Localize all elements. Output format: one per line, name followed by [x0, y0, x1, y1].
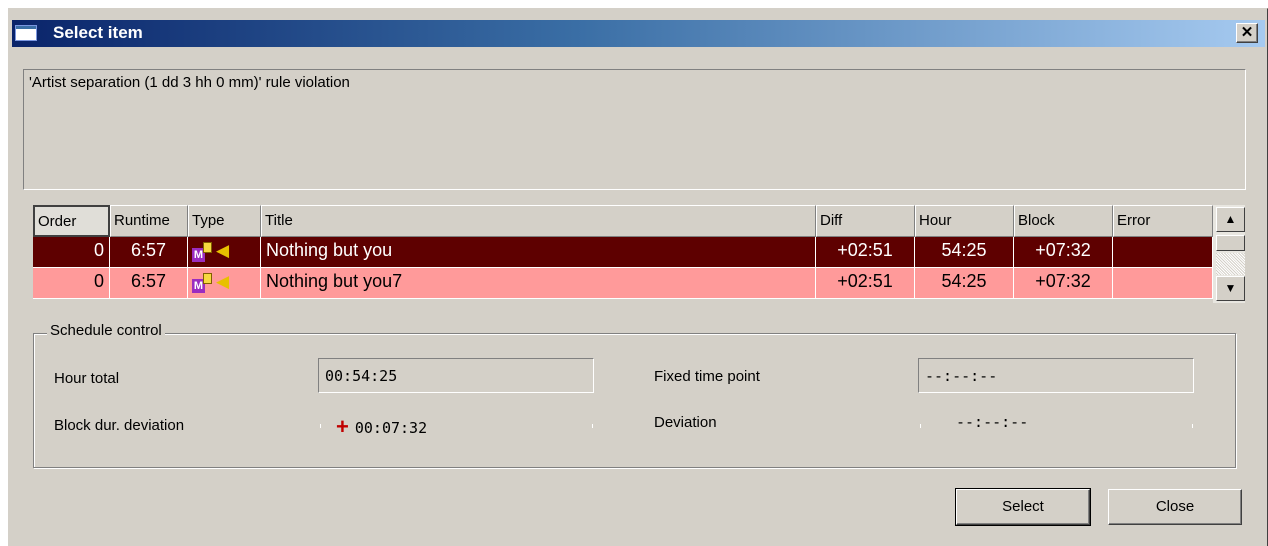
window-title: Select item — [53, 23, 143, 42]
column-header-type[interactable]: Type — [188, 205, 261, 237]
speaker-icon: ◀ — [216, 272, 230, 291]
items-table: Order Runtime Type Title Diff Hour Block… — [33, 205, 1246, 303]
hour-cell: 54:25 — [915, 237, 1014, 268]
deviation-value: --:--:-- — [956, 413, 1029, 431]
field-edge-mark — [920, 424, 921, 428]
order-cell: 0 — [33, 237, 110, 268]
column-header-title[interactable]: Title — [261, 205, 816, 237]
block-cell: +07:32 — [1014, 268, 1113, 299]
fixed-time-point-label: Fixed time point — [654, 368, 760, 385]
window-icon — [15, 25, 37, 41]
column-header-error[interactable]: Error — [1113, 205, 1213, 237]
column-header-runtime[interactable]: Runtime — [110, 205, 188, 237]
scroll-up-button[interactable]: ▲ — [1216, 207, 1245, 232]
table-header: Order Runtime Type Title Diff Hour Block… — [33, 205, 1213, 237]
scroll-thumb[interactable] — [1216, 235, 1245, 251]
hour-total-field[interactable]: 00:54:25 — [318, 358, 594, 393]
table-vertical-scrollbar[interactable]: ▲ ▼ — [1213, 205, 1245, 303]
field-edge-mark — [592, 424, 593, 428]
close-button[interactable]: Close — [1108, 489, 1242, 525]
fixed-time-point-field[interactable]: --:--:-- — [918, 358, 1194, 393]
close-window-button[interactable]: ✕ — [1236, 23, 1258, 43]
table-row[interactable]: 0 6:57 M ◀ Nothing but you7 +02:51 54:25 … — [33, 268, 1213, 299]
block-deviation-time: 00:07:32 — [354, 419, 428, 437]
title-bar[interactable]: Select item — [12, 20, 1265, 47]
title-cell: Nothing but you — [261, 237, 816, 268]
error-cell — [1113, 268, 1213, 299]
speaker-icon: ◀ — [216, 241, 230, 260]
title-cell: Nothing but you7 — [261, 268, 816, 299]
field-edge-mark — [320, 424, 321, 428]
runtime-cell: 6:57 — [110, 237, 188, 268]
order-cell: 0 — [33, 268, 110, 299]
runtime-cell: 6:57 — [110, 268, 188, 299]
schedule-control-group — [33, 333, 1236, 468]
table-row[interactable]: 0 6:57 M ◀ Nothing but you +02:51 54:25 +… — [33, 237, 1213, 268]
column-header-order[interactable]: Order — [33, 205, 110, 237]
block-deviation-label: Block dur. deviation — [54, 417, 185, 434]
hour-cell: 54:25 — [915, 268, 1014, 299]
column-header-block[interactable]: Block — [1014, 205, 1113, 237]
diff-cell: +02:51 — [816, 237, 915, 268]
hour-total-label: Hour total — [54, 370, 120, 387]
select-button[interactable]: Select — [955, 488, 1091, 526]
diff-cell: +02:51 — [816, 268, 915, 299]
deviation-label: Deviation — [654, 414, 717, 431]
block-deviation-value: +00:07:32 — [336, 406, 592, 440]
flag-icon — [203, 242, 212, 253]
schedule-control-legend: Schedule control — [47, 322, 165, 339]
flag-icon — [203, 273, 212, 284]
type-cell: M ◀ — [188, 268, 261, 299]
block-cell: +07:32 — [1014, 237, 1113, 268]
error-cell — [1113, 237, 1213, 268]
column-header-diff[interactable]: Diff — [816, 205, 915, 237]
type-cell: M ◀ — [188, 237, 261, 268]
plus-sign-icon: + — [336, 414, 349, 439]
violation-message: 'Artist separation (1 dd 3 hh 0 mm)' rul… — [23, 69, 1246, 190]
scroll-down-button[interactable]: ▼ — [1216, 276, 1245, 301]
scroll-track[interactable] — [1216, 253, 1245, 275]
field-edge-mark — [1192, 424, 1193, 428]
column-header-hour[interactable]: Hour — [915, 205, 1014, 237]
